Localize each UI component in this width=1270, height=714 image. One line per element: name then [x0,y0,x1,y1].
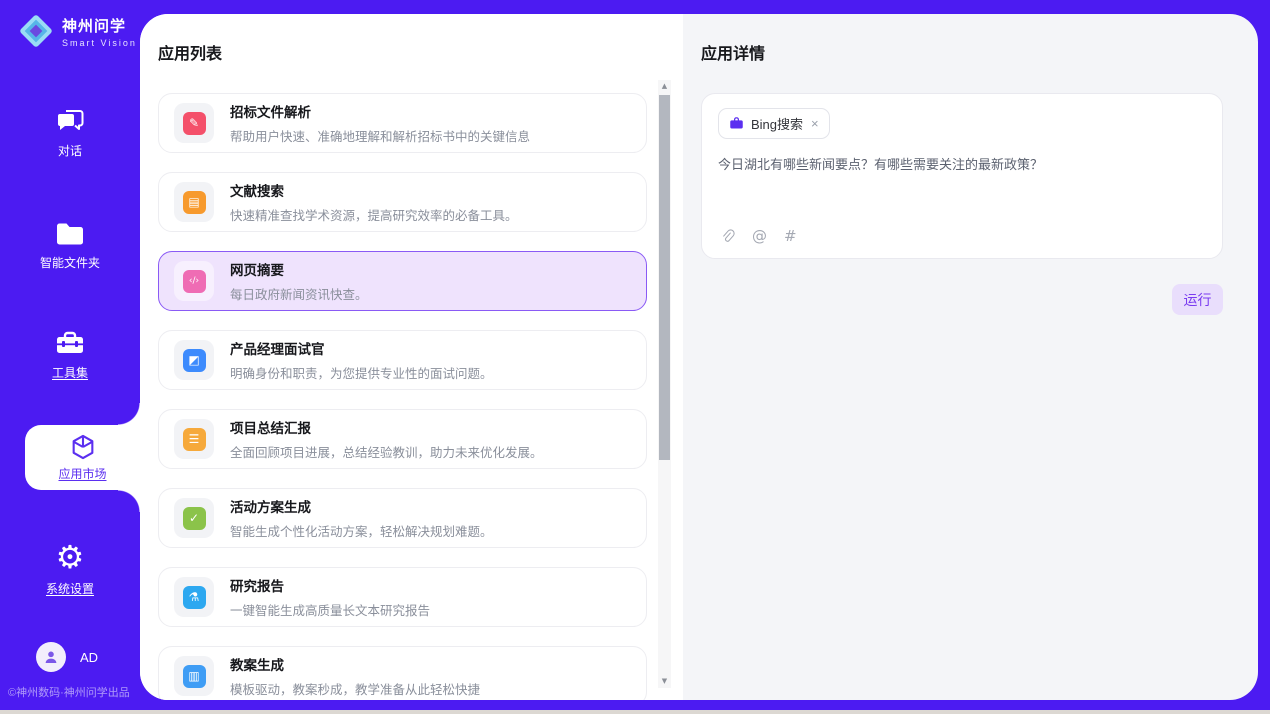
app-card-tender-analysis[interactable]: ✎ 招标文件解析 帮助用户快速、准确地理解和解析招标书中的关键信息 [158,93,647,153]
close-icon[interactable]: × [811,116,819,131]
app-card-event-plan[interactable]: ✓ 活动方案生成 智能生成个性化活动方案，轻松解决规划难题。 [158,488,647,548]
app-name: 活动方案生成 [230,496,493,516]
gear-icon: ⚙ [56,542,85,572]
tool-chip-bing-search[interactable]: Bing搜索 × [718,108,830,139]
tool-chip-label: Bing搜索 [751,114,803,133]
prompt-card: Bing搜索 × 今日湖北有哪些新闻要点？有哪些需要关注的最新政策？ @ # [701,93,1223,259]
app-card-project-summary[interactable]: ☰ 项目总结汇报 全面回顾项目进展，总结经验教训，助力未来优化发展。 [158,409,647,469]
app-list-panel: 应用列表 ✎ 招标文件解析 帮助用户快速、准确地理解和解析招标书中的关键信息 ▤… [140,14,683,700]
interview-doc-icon: ◩ [183,349,206,372]
app-icon-box: ◩ [174,340,214,380]
sidebar: 神州问学 Smart Vision 对话 智能文件夹 [0,0,140,710]
app-detail-panel: 应用详情 Bing搜索 × 今日湖北有哪些新闻要点？有哪些需要关注的最新政策？ … [683,14,1258,700]
composer-toolbar: @ # [720,227,797,245]
sidebar-item-chat[interactable]: 对话 [0,108,140,159]
app-list: ✎ 招标文件解析 帮助用户快速、准确地理解和解析招标书中的关键信息 ▤ 文献搜索… [158,93,647,700]
app-desc: 模板驱动，教案秒成，教学准备从此轻松快捷 [230,679,480,698]
app-card-web-summary[interactable]: ‹/› 网页摘要 每日政府新闻资讯快查。 [158,251,647,311]
clipboard-check-icon: ✓ [183,507,206,530]
app-card-literature-search[interactable]: ▤ 文献搜索 快速精准查找学术资源，提高研究效率的必备工具。 [158,172,647,232]
app-list-title: 应用列表 [158,40,647,64]
sidebar-item-app-market[interactable]: 应用市场 [25,425,140,490]
app-detail-title: 应用详情 [701,40,1223,64]
app-card-lesson-plan[interactable]: ▥ 教案生成 模板驱动，教案秒成，教学准备从此轻松快捷 [158,646,647,700]
app-desc: 明确身份和职责，为您提供专业性的面试问题。 [230,363,493,382]
brand-logo: 神州问学 Smart Vision [18,13,137,49]
scroll-down-icon[interactable]: ▼ [658,675,671,688]
scroll-up-icon[interactable]: ▲ [658,80,671,93]
sidebar-item-settings[interactable]: ⚙ 系统设置 [0,542,140,597]
app-name: 教案生成 [230,654,480,674]
app-icon-box: ▥ [174,656,214,696]
sidebar-item-label: 对话 [58,142,82,159]
app-name: 研究报告 [230,575,430,595]
app-name: 网页摘要 [230,259,368,279]
paperclip-icon[interactable] [720,228,735,245]
briefcase-icon [729,116,744,131]
app-icon-box: ‹/› [174,261,214,301]
app-name: 产品经理面试官 [230,338,493,358]
list-scrollbar: ▲ ▼ [658,80,671,688]
edit-icon: ✎ [183,112,206,135]
app-card-pm-interviewer[interactable]: ◩ 产品经理面试官 明确身份和职责，为您提供专业性的面试问题。 [158,330,647,390]
run-row: 运行 [701,284,1223,315]
mention-icon[interactable]: @ [752,227,767,245]
microscope-icon: ⚗ [183,586,206,609]
app-icon-box: ✓ [174,498,214,538]
sidebar-item-toolbox[interactable]: 工具集 [0,330,140,381]
app-icon-box: ✎ [174,103,214,143]
copyright-footer: ©神州数码·神州问学出品 [8,684,140,700]
app-name: 文献搜索 [230,180,518,200]
user-initials: AD [80,650,98,665]
user-account[interactable]: AD [36,642,98,672]
chat-icon [56,108,84,134]
app-icon-box: ▤ [174,182,214,222]
folder-icon [55,222,85,246]
sidebar-item-label: 工具集 [52,364,88,381]
sidebar-item-label: 应用市场 [58,465,106,482]
logo-diamond-icon [18,13,54,49]
app-name: 招标文件解析 [230,101,530,121]
sidebar-item-smart-folder[interactable]: 智能文件夹 [0,222,140,271]
brand-subtitle: Smart Vision [62,38,137,48]
brand-name: 神州问学 [62,15,137,36]
app-desc: 智能生成个性化活动方案，轻松解决规划难题。 [230,521,493,540]
notepad-icon: ☰ [183,428,206,451]
app-desc: 全面回顾项目进展，总结经验教训，助力未来优化发展。 [230,442,543,461]
hash-icon[interactable]: # [784,227,797,245]
browser-code-icon: ‹/› [183,270,206,293]
app-card-research-report[interactable]: ⚗ 研究报告 一键智能生成高质量长文本研究报告 [158,567,647,627]
toolbox-icon [55,330,85,356]
app-icon-box: ⚗ [174,577,214,617]
app-desc: 每日政府新闻资讯快查。 [230,284,368,303]
app-icon-box: ☰ [174,419,214,459]
scrollbar-thumb[interactable] [659,95,670,460]
sidebar-item-label: 系统设置 [46,580,94,597]
sidebar-item-label: 智能文件夹 [40,254,100,271]
app-desc: 帮助用户快速、准确地理解和解析招标书中的关键信息 [230,126,530,145]
app-name: 项目总结汇报 [230,417,543,437]
app-desc: 快速精准查找学术资源，提高研究效率的必备工具。 [230,205,518,224]
person-icon [43,649,59,665]
app-desc: 一键智能生成高质量长文本研究报告 [230,600,430,619]
app-frame: 神州问学 Smart Vision 对话 智能文件夹 [0,0,1270,710]
cube-icon [69,433,97,461]
run-button[interactable]: 运行 [1172,284,1223,315]
content-area: 应用列表 ✎ 招标文件解析 帮助用户快速、准确地理解和解析招标书中的关键信息 ▤… [140,14,1258,700]
avatar [36,642,66,672]
books-icon: ▥ [183,665,206,688]
book-icon: ▤ [183,191,206,214]
prompt-text[interactable]: 今日湖北有哪些新闻要点？有哪些需要关注的最新政策？ [718,156,1206,174]
